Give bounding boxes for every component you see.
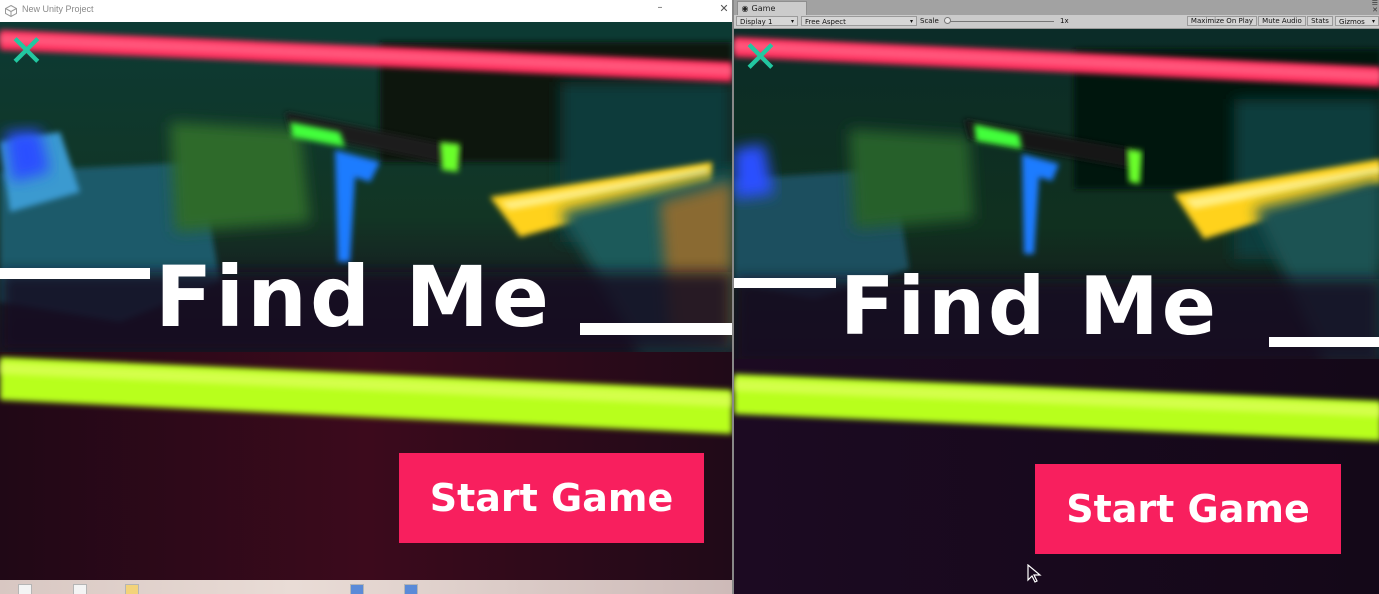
panel-tabbar: ◉ Game ☰ ✕ — [734, 0, 1379, 16]
unity-game-view-panel: ◉ Game ☰ ✕ Display 1 ▾ Free Aspect ▾ Sca… — [732, 0, 1379, 594]
scale-slider-track[interactable] — [946, 21, 1054, 22]
start-game-button[interactable]: Start Game — [1035, 464, 1341, 554]
maximize-on-play-toggle[interactable]: Maximize On Play — [1187, 16, 1257, 26]
gizmos-dropdown-value: Gizmos — [1339, 18, 1365, 26]
close-game-icon[interactable]: ✕ — [742, 36, 779, 80]
desktop-taskbar-strip — [0, 580, 732, 594]
scale-slider-handle[interactable] — [944, 17, 951, 24]
game-viewport[interactable]: ✕ Find Me Start Game — [734, 29, 1379, 594]
aspect-dropdown[interactable]: Free Aspect ▾ — [801, 16, 917, 26]
minimize-button[interactable]: – — [652, 1, 668, 19]
panel-window-controls[interactable]: ☰ ✕ — [1372, 0, 1378, 14]
scale-label: Scale — [920, 17, 939, 25]
file-icon[interactable] — [18, 584, 32, 594]
dropdown-arrow-icon: ▾ — [909, 18, 913, 25]
file-icon[interactable] — [73, 584, 87, 594]
stats-toggle[interactable]: Stats — [1307, 16, 1333, 26]
aspect-dropdown-value: Free Aspect — [805, 18, 846, 26]
game-view-icon: ◉ — [741, 4, 749, 13]
scale-value: 1x — [1060, 17, 1069, 25]
window-close-button[interactable]: ✕ — [718, 2, 730, 18]
app-icon[interactable] — [350, 584, 364, 594]
game-view-toolbar: Display 1 ▾ Free Aspect ▾ Scale 1x Maxim… — [734, 15, 1379, 29]
panel-close-icon[interactable]: ✕ — [1372, 7, 1378, 14]
dropdown-arrow-icon: ▾ — [790, 18, 794, 25]
window-title: New Unity Project — [22, 4, 94, 14]
mouse-cursor-icon — [1027, 564, 1042, 583]
standalone-player-window: New Unity Project – ✕ ✕ Find Me Start Ga… — [0, 0, 732, 594]
dropdown-arrow-icon: ▾ — [1371, 18, 1375, 25]
gizmos-dropdown[interactable]: Gizmos ▾ — [1335, 16, 1379, 26]
app-icon[interactable] — [404, 584, 418, 594]
game-title: Find Me — [155, 248, 552, 346]
display-dropdown[interactable]: Display 1 ▾ — [736, 16, 798, 26]
window-titlebar[interactable]: New Unity Project – ✕ — [0, 0, 732, 23]
tab-game[interactable]: ◉ Game — [737, 1, 807, 16]
tab-game-label: Game — [751, 4, 776, 13]
folder-icon[interactable] — [125, 584, 139, 594]
unity-logo-icon — [5, 5, 17, 17]
game-title: Find Me — [840, 260, 1220, 353]
mute-audio-toggle[interactable]: Mute Audio — [1258, 16, 1306, 26]
start-game-button[interactable]: Start Game — [399, 453, 704, 543]
close-game-icon[interactable]: ✕ — [8, 30, 45, 74]
display-dropdown-value: Display 1 — [740, 18, 773, 26]
game-viewport[interactable]: ✕ Find Me Start Game — [0, 22, 732, 580]
